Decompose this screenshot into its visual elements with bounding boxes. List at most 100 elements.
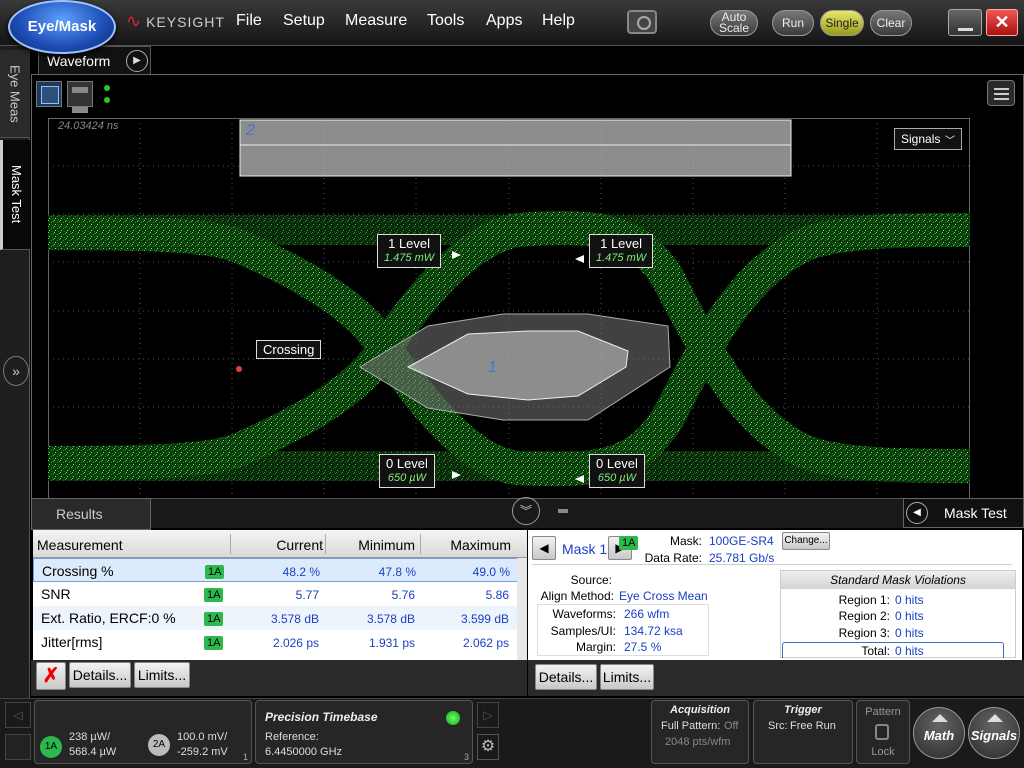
current-value: 2.026 ps bbox=[272, 636, 319, 650]
table-scrollbar[interactable] bbox=[517, 558, 527, 660]
channel-2a-scale: 100.0 mV/ bbox=[177, 731, 228, 743]
divider bbox=[532, 564, 1012, 565]
maximum-value: 2.062 ps bbox=[462, 636, 509, 650]
mask-label: Mask: bbox=[669, 534, 702, 548]
run-button[interactable]: Run bbox=[772, 10, 814, 36]
menu-icon[interactable] bbox=[987, 80, 1015, 106]
timebase-reference-value: 6.4450000 GHz bbox=[265, 746, 343, 758]
scroll-left-icon[interactable]: ◁ bbox=[5, 702, 31, 728]
collapse-panel-icon[interactable]: ︾ bbox=[512, 497, 540, 525]
full-pattern-label: Full Pattern: bbox=[661, 720, 721, 732]
callout-label: 1 Level bbox=[388, 236, 431, 251]
eye-mask-mode-button[interactable]: Eye/Mask bbox=[8, 0, 116, 54]
mask-region-2 bbox=[239, 119, 792, 177]
timebase-title: Precision Timebase bbox=[265, 710, 378, 724]
one-level-right-callout: 1 Level 1.475 mW bbox=[589, 234, 654, 268]
menu-measure[interactable]: Measure bbox=[345, 12, 407, 30]
source-badge: 1A bbox=[204, 612, 224, 626]
math-button-label: Math bbox=[923, 728, 955, 743]
menu-help[interactable]: Help bbox=[542, 12, 575, 30]
measurement-name: Ext. Ratio, ERCF:0 % bbox=[41, 610, 176, 626]
maximum-value: 49.0 % bbox=[472, 565, 510, 579]
clear-button[interactable]: Clear bbox=[870, 10, 912, 36]
menu-tools[interactable]: Tools bbox=[427, 12, 464, 30]
timebase-box-number: 3 bbox=[464, 752, 470, 762]
one-level-left-callout: 1 Level 1.475 mW bbox=[377, 234, 442, 268]
results-limits-button[interactable]: Limits... bbox=[134, 662, 190, 688]
total-label: Total: bbox=[861, 644, 890, 658]
table-row[interactable]: SNR 1A 5.77 5.76 5.86 bbox=[33, 582, 527, 606]
change-mask-button[interactable]: Change... bbox=[782, 532, 830, 550]
maximum-value: 3.599 dB bbox=[460, 612, 509, 626]
signals-button[interactable]: Signals bbox=[968, 707, 1020, 759]
source-badge: 1A bbox=[619, 536, 639, 550]
table-row[interactable]: Crossing % 1A 48.2 % 47.8 % 49.0 % bbox=[33, 558, 527, 582]
expand-panel-icon[interactable]: » bbox=[3, 356, 29, 386]
lock-icon bbox=[875, 724, 889, 740]
table-row[interactable]: Ext. Ratio, ERCF:0 % 1A 3.578 dB 3.578 d… bbox=[33, 606, 527, 630]
previous-mask-button[interactable]: ◀ bbox=[532, 536, 556, 560]
drag-handle[interactable] bbox=[558, 509, 568, 513]
grid-icon[interactable] bbox=[5, 734, 31, 760]
scroll-right-icon[interactable]: ▷ bbox=[477, 702, 499, 728]
crossing-callout: Crossing bbox=[256, 340, 322, 359]
channel-1a-scale: 238 µW/ bbox=[69, 731, 111, 743]
trigger-source-value: Free Run bbox=[790, 720, 836, 732]
samples-ui-label: Samples/UI: bbox=[550, 624, 616, 638]
measurement-name: SNR bbox=[41, 586, 71, 602]
mask-details-button[interactable]: Details... bbox=[535, 664, 597, 690]
data-rate-label: Data Rate: bbox=[644, 551, 702, 565]
callout-label: 0 Level bbox=[386, 456, 428, 471]
eye-diagram-display[interactable]: 1 2 bbox=[48, 118, 970, 504]
current-value: 48.2 % bbox=[282, 565, 320, 579]
points-per-waveform: 2048 pts/wfm bbox=[665, 736, 731, 748]
current-value: 3.578 dB bbox=[270, 612, 319, 626]
source-label: Source: bbox=[570, 573, 612, 587]
camera-icon[interactable] bbox=[627, 10, 657, 34]
math-button[interactable]: Math bbox=[913, 707, 965, 759]
source-badge: 1A bbox=[204, 588, 224, 602]
mask-selector-label: Mask 1 bbox=[562, 541, 608, 557]
minimum-value: 5.76 bbox=[391, 588, 415, 602]
samples-ui-value: 134.72 ksa bbox=[624, 624, 683, 638]
minimum-value: 47.8 % bbox=[378, 565, 416, 579]
single-grid-view-icon[interactable] bbox=[36, 81, 62, 107]
minimum-value: 3.578 dB bbox=[366, 612, 415, 626]
acquisition-title: Acquisition bbox=[670, 704, 730, 716]
signals-dropdown[interactable]: Signals ﹀ bbox=[894, 128, 962, 150]
region-1-label: Region 1: bbox=[838, 593, 890, 607]
menu-apps[interactable]: Apps bbox=[486, 12, 522, 30]
waveform-tab-play-icon[interactable]: ▶ bbox=[126, 50, 148, 72]
channel-box-number: 1 bbox=[243, 752, 249, 762]
data-rate-value: 25.781 Gb/s bbox=[709, 551, 775, 565]
tab-eye-meas[interactable]: Eye Meas bbox=[0, 50, 30, 138]
mask-limits-button[interactable]: Limits... bbox=[600, 664, 654, 690]
menu-setup[interactable]: Setup bbox=[283, 12, 325, 30]
gear-icon[interactable]: ⚙ bbox=[477, 734, 499, 760]
signals-dropdown-label: Signals bbox=[901, 132, 941, 146]
tab-mask-test[interactable]: Mask Test bbox=[0, 140, 30, 250]
fail-status-icon[interactable]: ✗ bbox=[36, 662, 66, 690]
col-measurement: Measurement bbox=[37, 537, 123, 553]
close-button[interactable]: ✕ bbox=[986, 9, 1018, 36]
signals-button-label: Signals bbox=[970, 728, 1018, 743]
channel-2a-badge: 2A bbox=[148, 734, 170, 756]
margin-value: 27.5 % bbox=[624, 640, 662, 654]
table-header: Measurement Current Minimum Maximum bbox=[33, 530, 527, 558]
minimize-button[interactable] bbox=[948, 9, 982, 36]
callout-value: 1.475 mW bbox=[596, 252, 647, 264]
measurement-name: Crossing % bbox=[42, 563, 114, 579]
auto-scale-button[interactable]: Auto Scale bbox=[710, 10, 758, 36]
mask-region-1-label: 1 bbox=[488, 359, 497, 376]
results-details-button[interactable]: Details... bbox=[69, 662, 131, 688]
full-pattern-value: Off bbox=[724, 720, 739, 732]
waveforms-label: Waveforms: bbox=[552, 607, 616, 621]
table-row[interactable]: Jitter[rms] 1A 2.026 ps 1.931 ps 2.062 p… bbox=[33, 630, 527, 654]
mask-test-tab-arrow-icon[interactable]: ◀ bbox=[906, 502, 928, 524]
single-button[interactable]: Single bbox=[820, 10, 864, 36]
region-2-label: Region 2: bbox=[838, 609, 890, 623]
menu-file[interactable]: File bbox=[236, 12, 262, 30]
maximum-value: 5.86 bbox=[485, 588, 509, 602]
tab-results[interactable]: Results bbox=[31, 498, 151, 530]
split-grid-view-icon[interactable] bbox=[67, 81, 93, 113]
